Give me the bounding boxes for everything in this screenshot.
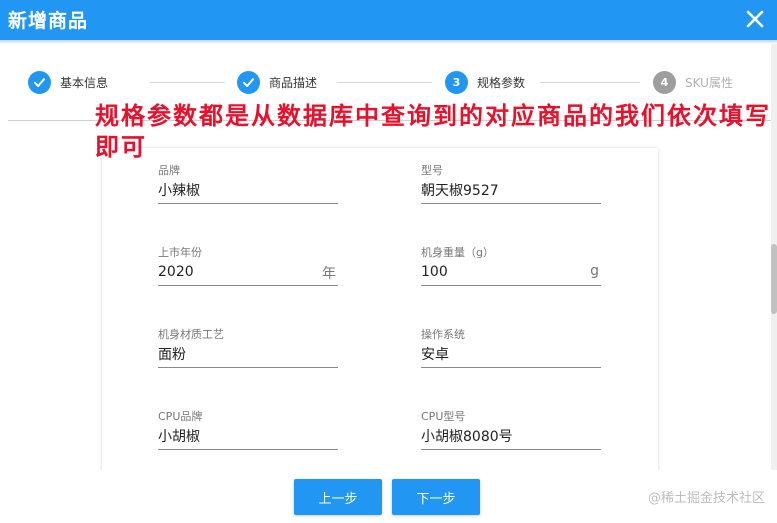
os-field: 操作系统 (421, 326, 601, 374)
close-icon (746, 10, 764, 28)
material-field: 机身材质工艺 (158, 326, 338, 374)
step-basic-info[interactable]: 基本信息 (28, 70, 108, 94)
close-button[interactable] (745, 9, 765, 29)
weight-field: 机身重量（g） g (421, 244, 601, 292)
step-label: 规格参数 (477, 75, 526, 90)
cpu-brand-input[interactable] (158, 422, 338, 450)
material-input[interactable] (158, 340, 338, 368)
step-label: 商品描述 (269, 75, 318, 90)
weight-input[interactable] (421, 258, 601, 286)
step-connector (540, 82, 640, 83)
cpu-model-field: CPU型号 (421, 408, 601, 456)
year-input[interactable] (158, 258, 338, 286)
os-input[interactable] (421, 340, 601, 368)
scrollbar-thumb[interactable] (771, 244, 777, 314)
step-number: 4 (653, 70, 676, 94)
step-label: 基本信息 (60, 75, 109, 90)
dialog-title: 新增商品 (8, 10, 89, 32)
check-icon (28, 70, 51, 94)
brand-input[interactable] (158, 176, 338, 204)
step-sku[interactable]: 4 SKU属性 (653, 70, 733, 94)
next-step-button[interactable]: 下一步 (392, 479, 480, 515)
annotation-overlay: 规格参数都是从数据库中查询到的对应商品的我们依次填写即可 (95, 101, 771, 161)
prev-step-button[interactable]: 上一步 (294, 479, 382, 515)
year-field: 上市年份 年 (158, 244, 338, 292)
dialog-titlebar: 新增商品 (0, 0, 777, 40)
step-connector (337, 82, 432, 83)
step-connector (150, 82, 225, 83)
step-number: 3 (445, 70, 468, 94)
field-suffix: g (590, 263, 599, 279)
model-field: 型号 (421, 162, 601, 210)
watermark: @稀土掘金技术社区 (647, 491, 765, 506)
step-label: SKU属性 (685, 75, 733, 90)
model-input[interactable] (421, 176, 601, 204)
spec-form-card: 品牌 型号 上市年份 年 机身重量（g） g 机身材质工艺 操作系统 CPU品牌… (102, 148, 658, 478)
step-specs[interactable]: 3 规格参数 (445, 70, 525, 94)
check-icon (237, 70, 260, 94)
step-description[interactable]: 商品描述 (237, 70, 317, 94)
scrollbar[interactable] (771, 44, 777, 474)
brand-field: 品牌 (158, 162, 338, 210)
cpu-model-input[interactable] (421, 422, 601, 450)
field-suffix: 年 (322, 266, 336, 282)
cpu-brand-field: CPU品牌 (158, 408, 338, 456)
